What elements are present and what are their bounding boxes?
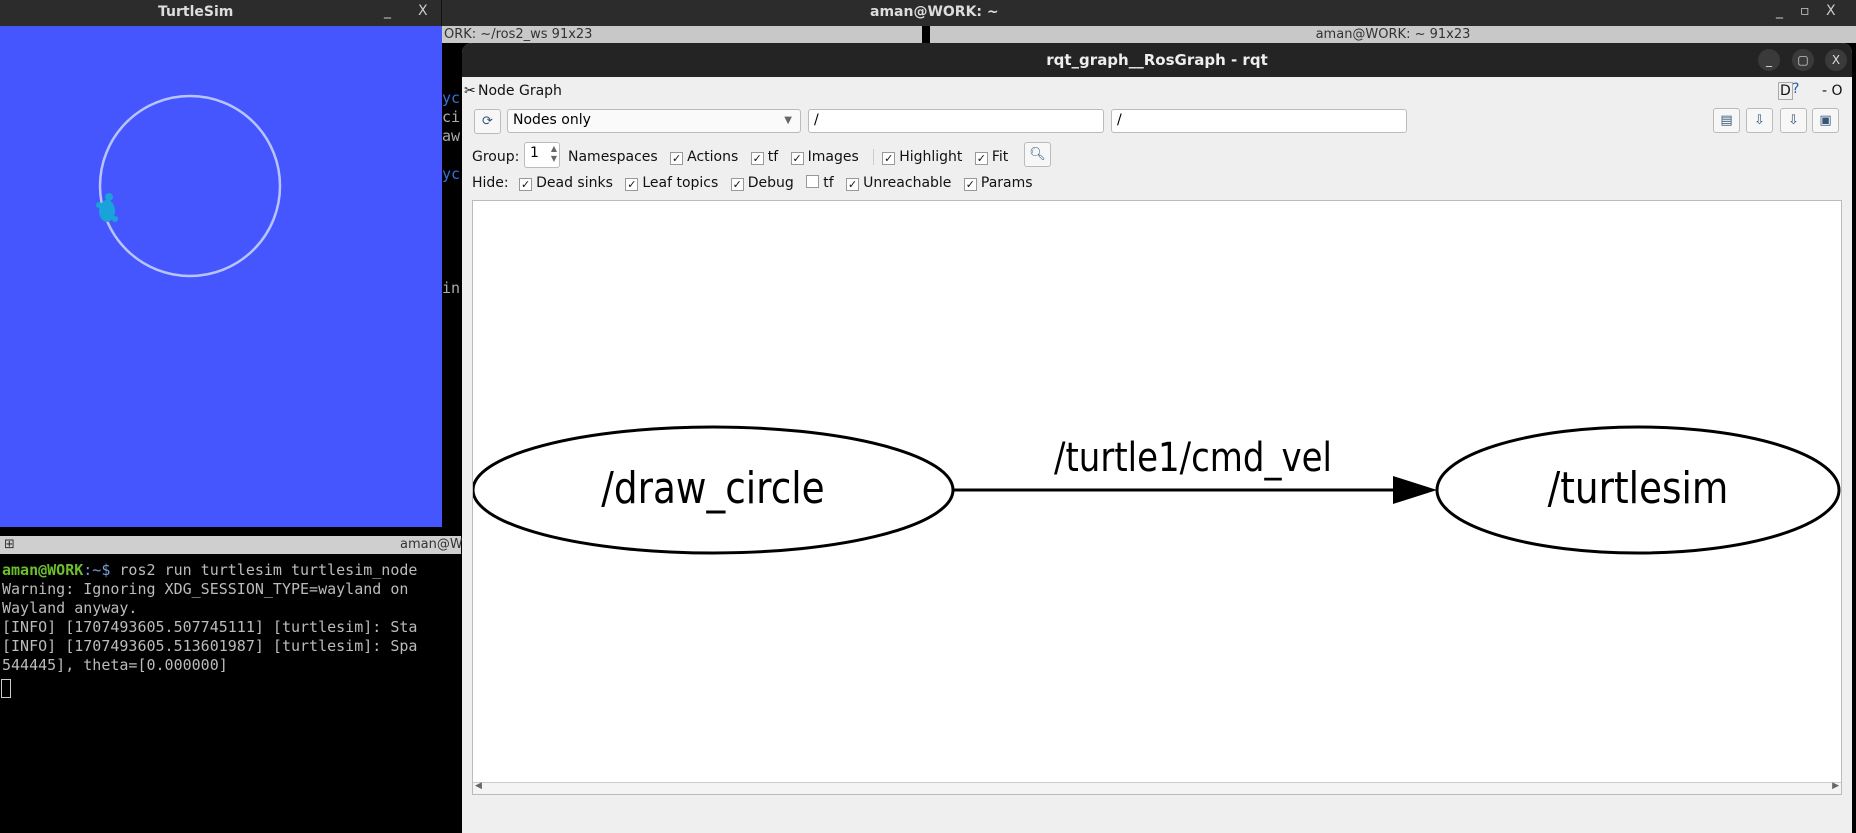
node-filter-input[interactable]: / bbox=[808, 109, 1104, 133]
terminal-line: [INFO] [1707493605.507745111] [turtlesim… bbox=[2, 618, 418, 636]
hide-row: Hide: ✓ Dead sinks ✓ Leaf topics ✓ Debug tf… bbox=[472, 175, 1033, 191]
terminal-line: Wayland anyway. bbox=[2, 599, 138, 617]
turtlesim-titlebar: TurtleSim _ X bbox=[0, 0, 442, 26]
save-image-icon[interactable]: ▣ bbox=[1812, 108, 1839, 133]
node-label-draw-circle[interactable]: /draw_circle bbox=[543, 463, 883, 514]
terminal-window[interactable]: aman@WORK:~$ ros2 run turtlesim turtlesi… bbox=[0, 536, 461, 822]
turtlesim-title: TurtleSim bbox=[158, 4, 234, 20]
group-label: Group: bbox=[472, 149, 520, 165]
group-spinbox[interactable]: 1 ▲ ▼ bbox=[524, 142, 560, 168]
checkbox-hide-tf[interactable]: tf bbox=[806, 175, 834, 191]
rqt-window: rqt_graph__RosGraph - rqt _ ▢ X ✂ Node G… bbox=[462, 43, 1852, 833]
prompt-user: aman@WORK bbox=[2, 561, 84, 579]
group-value: 1 bbox=[530, 145, 539, 161]
checkbox-images[interactable]: ✓ Images bbox=[790, 149, 859, 165]
checkbox-dead-sinks[interactable]: ✓ Dead sinks bbox=[519, 175, 613, 191]
graph-canvas[interactable]: /draw_circle /turtlesim /turtle1/cmd_vel… bbox=[472, 200, 1842, 795]
edge-label-cmd-vel[interactable]: /turtle1/cmd_vel bbox=[1023, 435, 1363, 481]
terminal-title: aman@W bbox=[400, 537, 463, 552]
save-dot-icon[interactable]: ⇩ bbox=[1746, 108, 1773, 133]
chevron-down-icon: ▼ bbox=[784, 115, 792, 126]
maximize-button[interactable]: ▫ bbox=[1800, 3, 1810, 19]
turtle-path-circle bbox=[96, 94, 282, 278]
plugin-title: Node Graph bbox=[478, 83, 562, 99]
terminal-cursor bbox=[1, 679, 11, 698]
terminal-line: 544445], theta=[0.000000] bbox=[2, 656, 228, 674]
minimize-button[interactable]: _ bbox=[1776, 3, 1783, 19]
rqt-title: rqt_graph__RosGraph - rqt bbox=[1046, 51, 1268, 69]
checkbox-leaf-topics[interactable]: ✓ Leaf topics bbox=[625, 175, 718, 191]
edge-arrowhead bbox=[1393, 476, 1437, 504]
prompt-path: :~$ bbox=[83, 561, 120, 579]
horizontal-scrollbar[interactable]: ◀ ▶ bbox=[473, 781, 1841, 794]
checkbox-tf[interactable]: ✓ tf bbox=[750, 149, 778, 165]
options-row: Namespaces ✓ Actions ✓ tf ✓ Images ✓ Highlig… bbox=[568, 149, 1008, 165]
mode-dropdown[interactable]: Nodes only ▼ bbox=[507, 109, 801, 133]
close-button[interactable]: X bbox=[1826, 3, 1836, 19]
terminal-line: [INFO] [1707493605.513601987] [turtlesim… bbox=[2, 637, 418, 655]
terminal-line: Warning: Ignoring XDG_SESSION_TYPE=wayla… bbox=[2, 580, 409, 598]
help-icon[interactable]: ? bbox=[1792, 81, 1799, 97]
save-svg-icon[interactable]: ⇩ bbox=[1780, 108, 1807, 133]
rqt-close-button[interactable]: X bbox=[1825, 49, 1847, 71]
window-title: aman@WORK: ~ bbox=[870, 4, 999, 20]
plugin-icon: ✂ bbox=[464, 83, 476, 99]
refresh-icon[interactable]: ⟳ bbox=[474, 109, 501, 134]
checkbox-highlight[interactable]: ✓ Highlight bbox=[882, 149, 962, 165]
turtle-icon bbox=[96, 193, 118, 222]
split-icon[interactable]: ⊞ bbox=[4, 536, 15, 554]
close-plugin-button[interactable]: - O bbox=[1822, 83, 1843, 99]
checkbox-actions[interactable]: ✓ Actions bbox=[670, 149, 738, 165]
bg-terminal-text: yc ci aw yc in bbox=[442, 89, 461, 297]
turtlesim-canvas bbox=[0, 26, 442, 527]
command: ros2 run turtlesim turtlesim_node bbox=[119, 561, 418, 579]
checkbox-fit[interactable]: ✓ Fit bbox=[974, 149, 1008, 165]
terminal-tab-right[interactable]: aman@WORK: ~ 91x23 bbox=[930, 26, 1856, 43]
checkbox-unreachable[interactable]: ✓ Unreachable bbox=[846, 175, 951, 191]
turtlesim-minimize-button[interactable]: _ bbox=[384, 3, 391, 19]
topic-filter-input[interactable]: / bbox=[1111, 109, 1407, 133]
checkbox-params[interactable]: ✓ Params bbox=[963, 175, 1033, 191]
checkbox-namespaces[interactable]: Namespaces bbox=[568, 149, 658, 165]
load-dot-icon[interactable]: ▤ bbox=[1713, 108, 1740, 133]
terminal-tab-left[interactable]: ORK: ~/ros2_ws 91x23 bbox=[442, 26, 922, 43]
terminal-header: ⊞ aman@W bbox=[0, 536, 463, 554]
rqt-titlebar: rqt_graph__RosGraph - rqt bbox=[462, 43, 1852, 77]
fit-view-icon[interactable]: 🔍︎ bbox=[1024, 142, 1051, 167]
rqt-maximize-button[interactable]: ▢ bbox=[1792, 49, 1814, 71]
checkbox-debug[interactable]: ✓ Debug bbox=[730, 175, 794, 191]
turtlesim-close-button[interactable]: X bbox=[418, 3, 428, 19]
dock-button[interactable]: D bbox=[1778, 82, 1793, 100]
hide-label: Hide: bbox=[472, 175, 509, 191]
node-label-turtlesim[interactable]: /turtlesim bbox=[1468, 463, 1808, 514]
mode-value: Nodes only bbox=[513, 112, 591, 128]
rqt-minimize-button[interactable]: _ bbox=[1758, 49, 1780, 71]
